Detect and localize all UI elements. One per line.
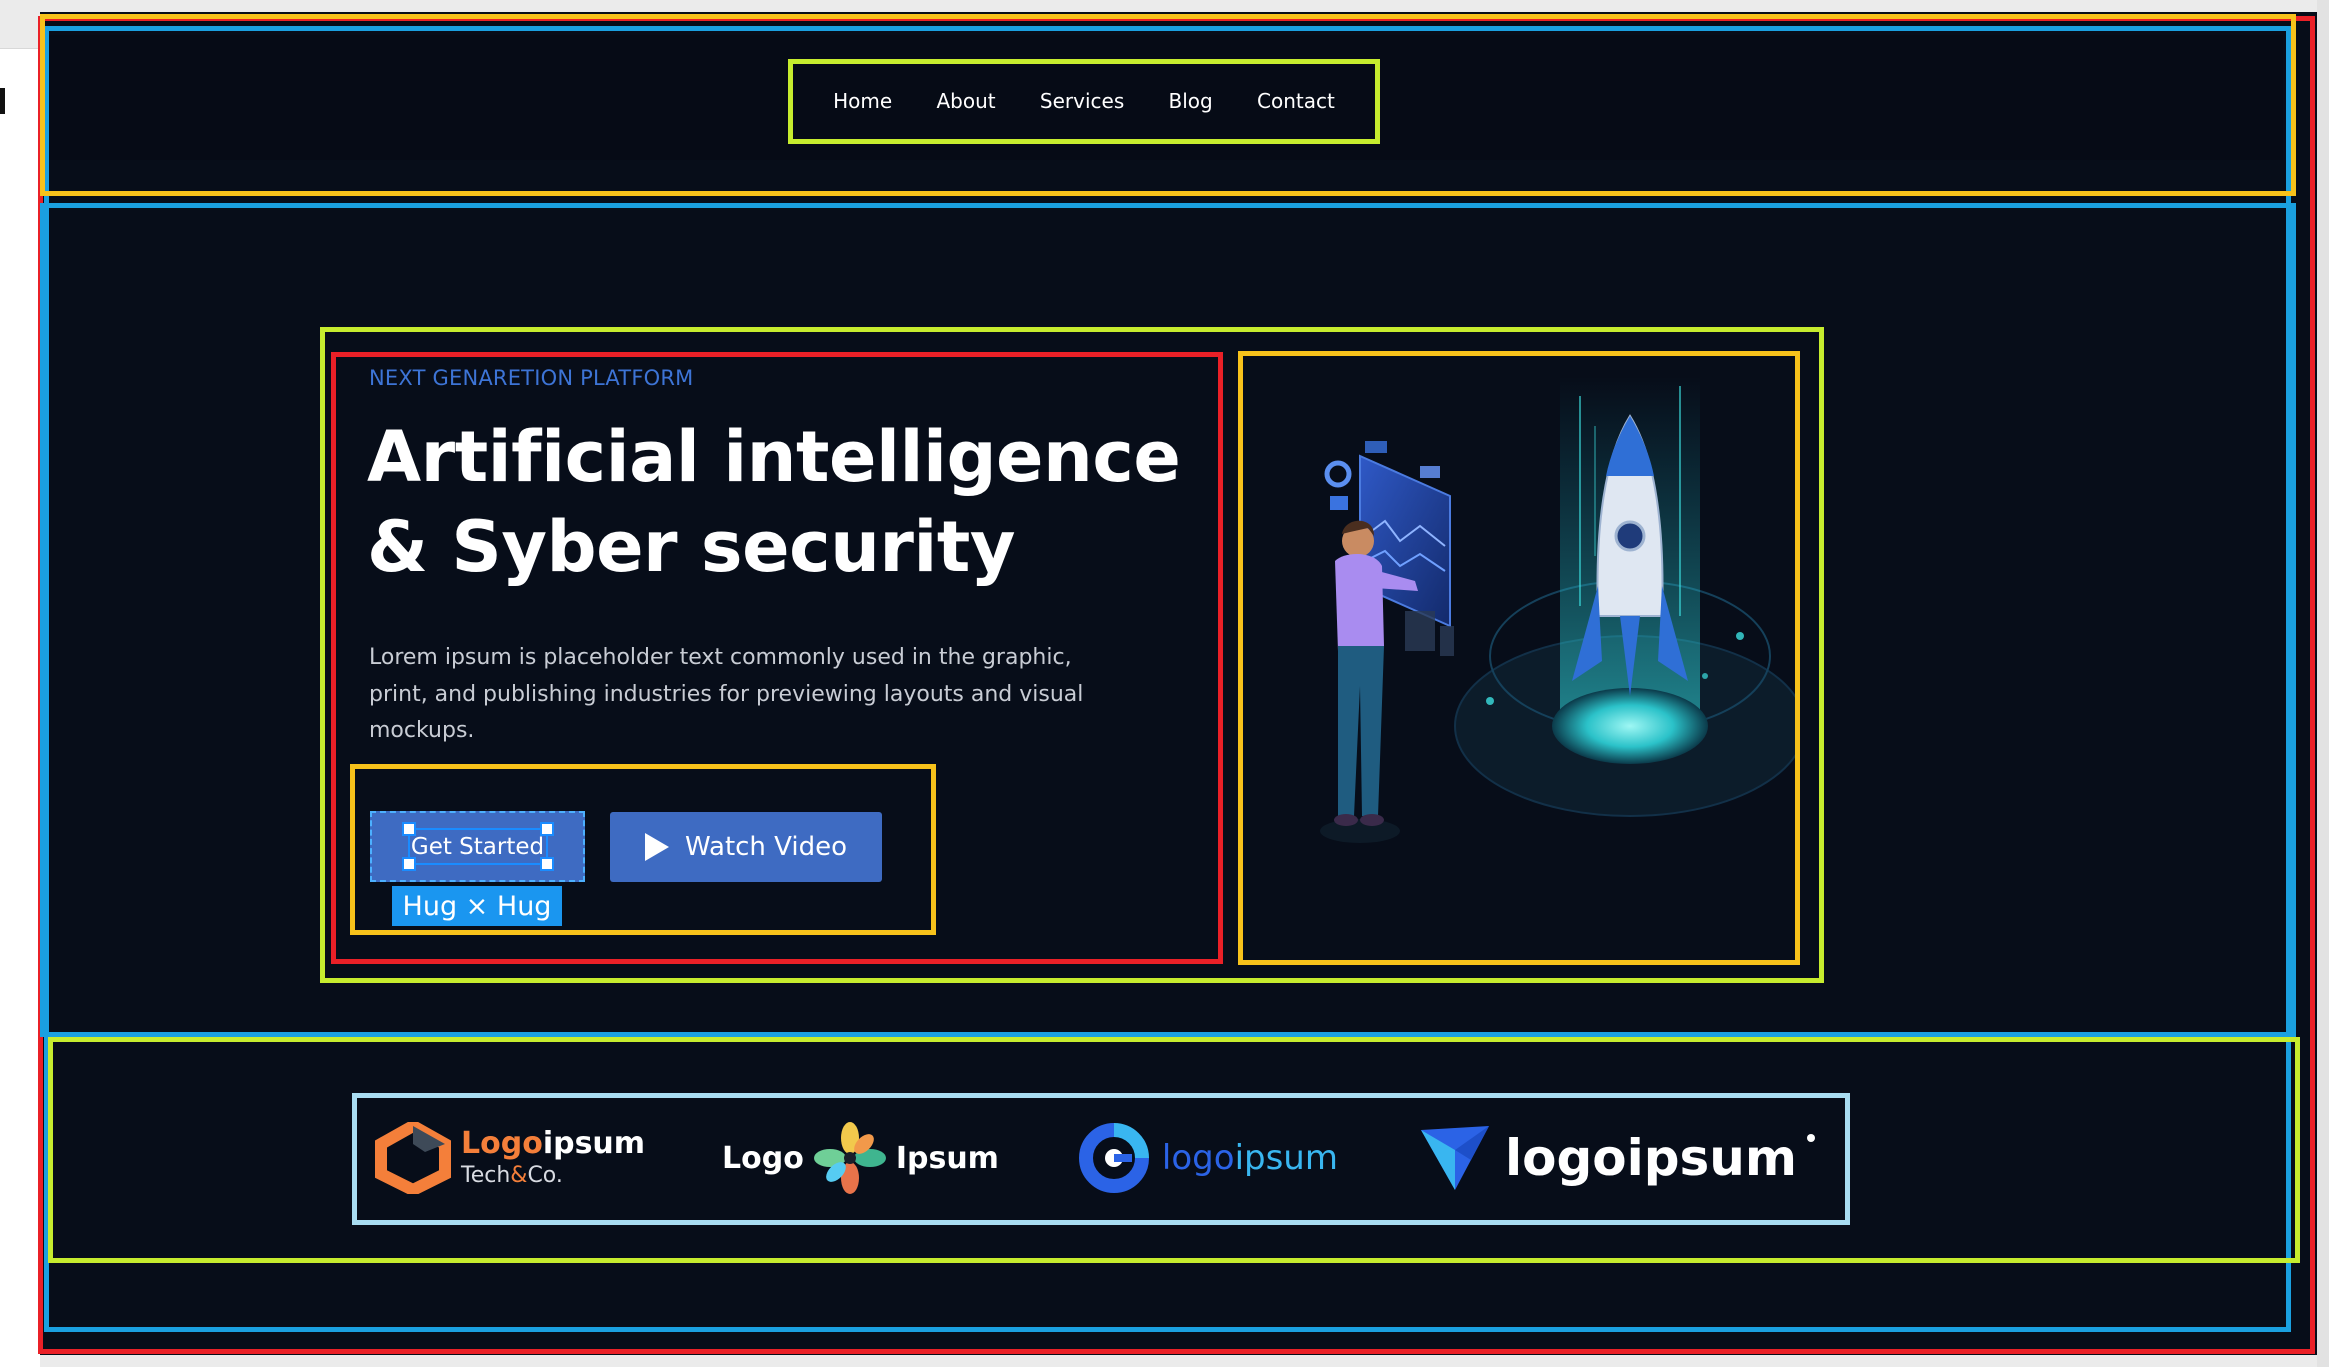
hexagon-logo-icon (375, 1122, 451, 1194)
get-started-button[interactable]: Get Started (370, 811, 585, 882)
resize-handle-bottom-right[interactable] (540, 857, 554, 871)
editor-edge-marker (0, 88, 5, 114)
hero-headline-line2: & Syber security (367, 506, 1016, 588)
flower-logo-icon (813, 1122, 886, 1194)
resize-handle-top-right[interactable] (540, 822, 554, 836)
editor-right-scrollbar[interactable] (2317, 0, 2329, 1367)
logo1-wordmark: Logoipsum (461, 1129, 645, 1159)
hero-eyebrow: NEXT GENARETION PLATFORM (369, 366, 694, 390)
text-selection-outline (402, 822, 554, 871)
nav-link-home[interactable]: Home (833, 89, 892, 113)
partner-logo-strip: Logoipsum Tech&Co. Logo Ipsum logoipsum (357, 1098, 1845, 1218)
editor-left-panel (0, 48, 40, 1367)
play-icon (644, 833, 669, 861)
logo1-sub-amp: & (510, 1163, 528, 1188)
watch-video-button[interactable]: Watch Video (610, 812, 882, 882)
main-navigation: Home About Services Blog Contact (793, 65, 1375, 137)
logo4-wordmark: logoipsum (1504, 1129, 1797, 1187)
partner-logo-3: logoipsum (1076, 1120, 1338, 1196)
triangle-logo-icon (1420, 1126, 1489, 1190)
partner-logo-4: logoipsum (1415, 1120, 1815, 1196)
logo1-word-part2: ipsum (542, 1126, 646, 1161)
hero-headline-line1: Artificial intelligence (367, 416, 1181, 498)
nav-link-about[interactable]: About (936, 89, 995, 113)
circle-c-logo-icon (1078, 1123, 1149, 1193)
resize-handle-top-left[interactable] (402, 822, 416, 836)
nav-link-services[interactable]: Services (1040, 89, 1124, 113)
hero-headline: Artificial intelligence & Syber security (367, 412, 1207, 592)
launch-pad (1552, 688, 1708, 764)
logo1-sub-part1: Tech (461, 1163, 511, 1188)
nav-link-blog[interactable]: Blog (1169, 89, 1213, 113)
logo3-word-part2: ipsum (1234, 1138, 1338, 1178)
logo1-sub-part2: Co. (527, 1163, 563, 1188)
logo1-word-part1: Logo (461, 1126, 543, 1161)
logo2-left-text: Logo (722, 1140, 804, 1176)
logo4-dot (1806, 1134, 1815, 1142)
partner-logo-2: Logo Ipsum (722, 1122, 999, 1194)
hero-description: Lorem ipsum is placeholder text commonly… (369, 645, 1084, 743)
nav-link-contact[interactable]: Contact (1257, 89, 1335, 113)
logo3-word-part1: logo (1161, 1138, 1235, 1178)
logo2-right-text: Ipsum (895, 1140, 999, 1176)
partner-logo-1: Logoipsum Tech&Co. (375, 1122, 645, 1194)
logo3-wordmark: logoipsum (1162, 1138, 1338, 1178)
resize-handle-bottom-left[interactable] (402, 857, 416, 871)
logo1-subtitle: Tech&Co. (461, 1165, 645, 1187)
hero-illustration (1320, 376, 1798, 843)
size-badge: Hug × Hug (392, 886, 562, 926)
watch-video-label: Watch Video (684, 832, 848, 862)
